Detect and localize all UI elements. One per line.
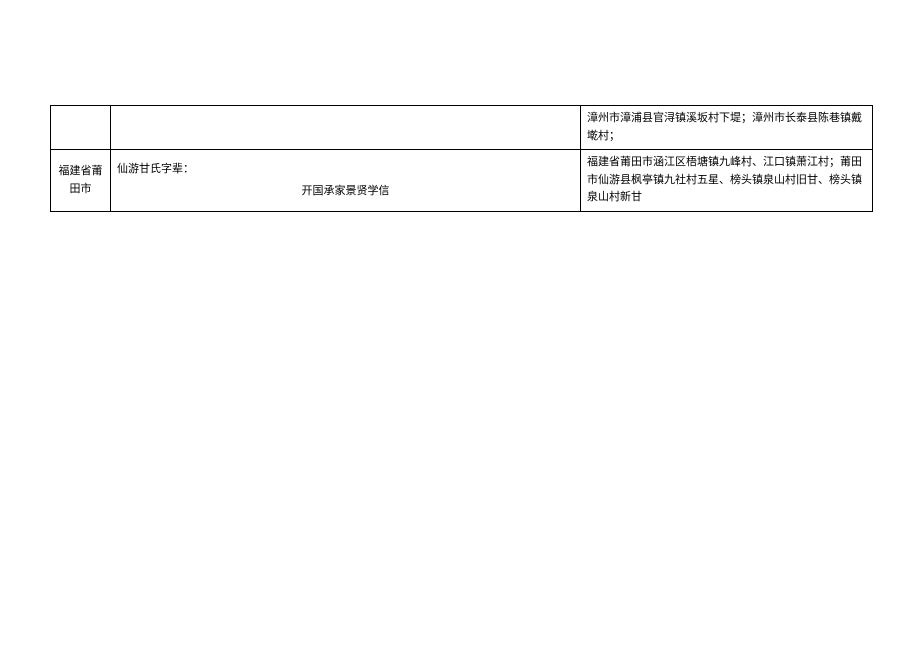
table-row: 漳州市漳浦县官浔镇溪坂村下堤；漳州市长泰县陈巷镇戴墘村； — [51, 106, 873, 150]
ziabei-content: 仙游甘氏字辈： 开国承家景贤学信 — [117, 161, 574, 200]
locations-cell: 福建省莆田市涵江区梧塘镇九峰村、江口镇萧江村；莆田市仙游县枫亭镇九社村五星、榜头… — [581, 150, 873, 212]
region-cell — [51, 106, 111, 150]
ziabei-generations: 开国承家景贤学信 — [117, 183, 574, 201]
table-row: 福建省莆田市 仙游甘氏字辈： 开国承家景贤学信 福建省莆田市涵江区梧塘镇九峰村、… — [51, 150, 873, 212]
region-cell: 福建省莆田市 — [51, 150, 111, 212]
locations-text: 漳州市漳浦县官浔镇溪坂村下堤；漳州市长泰县陈巷镇戴墘村； — [587, 112, 862, 142]
locations-text: 福建省莆田市涵江区梧塘镇九峰村、江口镇萧江村；莆田市仙游县枫亭镇九社村五星、榜头… — [587, 156, 862, 203]
region-text: 福建省莆田市 — [59, 165, 103, 195]
ziabei-label: 仙游甘氏字辈： — [117, 161, 574, 179]
genealogy-table: 漳州市漳浦县官浔镇溪坂村下堤；漳州市长泰县陈巷镇戴墘村； 福建省莆田市 仙游甘氏… — [50, 105, 873, 212]
middle-cell — [111, 106, 581, 150]
document-table: 漳州市漳浦县官浔镇溪坂村下堤；漳州市长泰县陈巷镇戴墘村； 福建省莆田市 仙游甘氏… — [50, 105, 872, 212]
locations-cell: 漳州市漳浦县官浔镇溪坂村下堤；漳州市长泰县陈巷镇戴墘村； — [581, 106, 873, 150]
middle-cell: 仙游甘氏字辈： 开国承家景贤学信 — [111, 150, 581, 212]
